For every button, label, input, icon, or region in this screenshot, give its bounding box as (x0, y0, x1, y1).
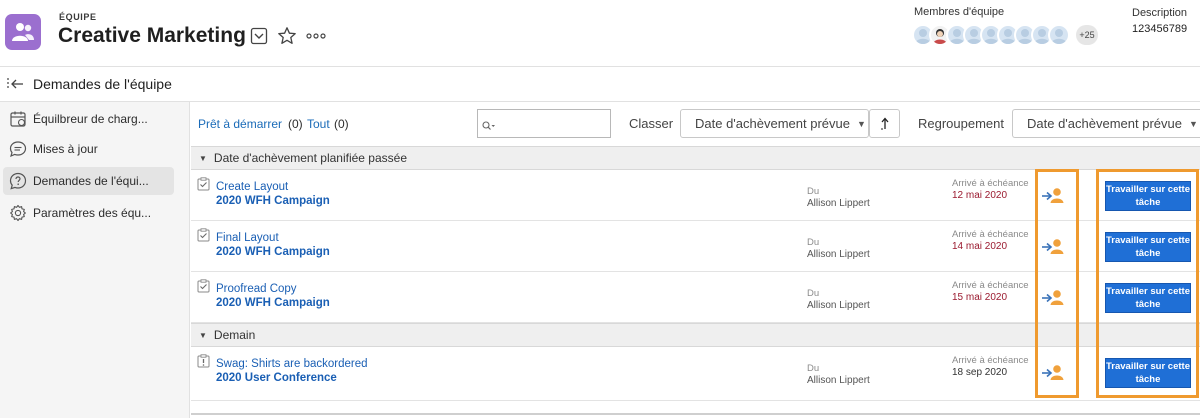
gear-icon (7, 202, 29, 224)
assign-to-me-icon[interactable] (1041, 237, 1065, 255)
table-row: Create Layout 2020 WFH Campaign Du Allis… (191, 170, 1200, 221)
group-by-dropdown[interactable]: Date d'achèvement prévue ▼ (1012, 109, 1200, 138)
team-kicker: ÉQUIPE (59, 12, 97, 22)
sort-direction-button[interactable] (869, 109, 900, 138)
table-row: Swag: Shirts are backordered 2020 User C… (191, 347, 1200, 401)
description-label: Description (1132, 7, 1188, 19)
filter-ready-to-start[interactable]: Prêt à démarrer (198, 117, 282, 131)
filter-all-count: (0) (334, 117, 349, 131)
work-on-task-button[interactable]: Travailler sur cette tâche (1105, 358, 1191, 388)
page-title: Creative Marketing (58, 24, 246, 47)
more-options-icon[interactable] (305, 26, 327, 46)
due-label: Arrivé à échéance (952, 178, 1029, 189)
from-label: Du (807, 237, 820, 248)
sidebar-item-workload-balancer[interactable]: Équilbreur de charg... (3, 105, 174, 133)
task-icon (197, 279, 210, 293)
from-name: Allison Lippert (807, 198, 870, 209)
work-on-task-button[interactable]: Travailler sur cette tâche (1105, 181, 1191, 211)
members-label: Membres d'équipe (914, 6, 1005, 18)
avatar[interactable] (1048, 24, 1070, 46)
section-title: Demandes de l'équipe (33, 76, 172, 92)
work-on-task-button[interactable]: Travailler sur cette tâche (1105, 232, 1191, 262)
team-avatar (5, 14, 41, 50)
due-label: Arrivé à échéance (952, 355, 1029, 366)
sidebar-item-updates[interactable]: Mises à jour (3, 135, 174, 163)
chevron-down-icon[interactable] (249, 26, 269, 46)
group-header-overdue[interactable]: ▼ Date d'achèvement planifiée passée (191, 146, 1200, 170)
sidebar-item-label: Mises à jour (33, 142, 98, 156)
project-name-link[interactable]: 2020 User Conference (216, 372, 337, 384)
work-on-task-button[interactable]: Travailler sur cette tâche (1105, 283, 1191, 313)
team-header: ÉQUIPE Creative Marketing Membres d'équi… (0, 0, 1200, 67)
task-name-link[interactable]: Final Layout (216, 232, 279, 244)
from-label: Du (807, 186, 820, 197)
due-date: 18 sep 2020 (952, 367, 1008, 378)
group-by-dropdown-value: Date d'achèvement prévue (1027, 116, 1182, 131)
due-label: Arrivé à échéance (952, 280, 1029, 291)
list-divider (191, 413, 1200, 415)
assign-to-me-icon[interactable] (1041, 363, 1065, 381)
members-more-count[interactable]: +25 (1076, 25, 1098, 45)
sidebar-item-team-requests[interactable]: Demandes de l'équi... (3, 167, 174, 195)
due-date: 14 mai 2020 (952, 241, 1008, 252)
users-icon (12, 23, 34, 41)
table-row: Proofread Copy 2020 WFH Campaign Du Alli… (191, 272, 1200, 323)
group-header-tomorrow[interactable]: ▼ Demain (191, 323, 1200, 347)
chat-icon (7, 138, 29, 160)
sidebar: Équilbreur de charg... Mises à jour Dema… (0, 102, 190, 418)
caret-down-icon: ▼ (199, 330, 207, 340)
project-name-link[interactable]: 2020 WFH Campaign (216, 246, 330, 258)
search-icon (482, 118, 496, 136)
list-toolbar: Prêt à démarrer (0) Tout (0) Classer Dat… (191, 102, 1200, 146)
description-value: 123456789 (1132, 23, 1188, 35)
team-members-list[interactable]: +25 (912, 24, 1102, 46)
from-name: Allison Lippert (807, 300, 870, 311)
project-name-link[interactable]: 2020 WFH Campaign (216, 297, 330, 309)
sidebar-item-label: Équilbreur de charg... (33, 112, 148, 126)
from-label: Du (807, 288, 820, 299)
due-label: Arrivé à échéance (952, 229, 1029, 240)
sort-arrow-icon (880, 117, 888, 129)
group-label: Demain (213, 328, 256, 342)
from-name: Allison Lippert (807, 249, 870, 260)
assign-to-me-icon[interactable] (1041, 186, 1065, 204)
sort-dropdown-value: Date d'achèvement prévue (695, 116, 850, 131)
sort-label: Classer (629, 116, 674, 131)
star-icon[interactable] (277, 26, 297, 46)
search-field[interactable] (496, 114, 606, 133)
section-header: Demandes de l'équipe (0, 67, 1200, 102)
question-icon (7, 170, 29, 192)
project-name-link[interactable]: 2020 WFH Campaign (216, 195, 330, 207)
due-date: 12 mai 2020 (952, 190, 1008, 201)
issue-icon (197, 354, 210, 368)
group-by-label: Regroupement (918, 116, 1004, 131)
sidebar-item-team-settings[interactable]: Paramètres des équ... (3, 199, 174, 227)
filter-all[interactable]: Tout (307, 117, 330, 131)
sidebar-item-label: Paramètres des équ... (33, 206, 152, 220)
from-name: Allison Lippert (807, 375, 870, 386)
task-icon (197, 177, 210, 191)
caret-down-icon: ▼ (199, 153, 207, 163)
request-list: ▼ Date d'achèvement planifiée passée Cre… (191, 146, 1200, 418)
task-icon (197, 228, 210, 242)
task-name-link[interactable]: Swag: Shirts are backordered (216, 358, 368, 370)
collapse-sidebar-icon[interactable] (6, 76, 26, 92)
calendar-icon (7, 108, 29, 130)
assign-to-me-icon[interactable] (1041, 288, 1065, 306)
task-name-link[interactable]: Create Layout (216, 181, 288, 193)
chevron-down-icon: ▼ (1188, 118, 1198, 129)
from-label: Du (807, 363, 820, 374)
group-label: Date d'achèvement planifiée passée (213, 151, 408, 165)
chevron-down-icon: ▼ (856, 118, 866, 129)
table-row: Final Layout 2020 WFH Campaign Du Alliso… (191, 221, 1200, 272)
sort-dropdown[interactable]: Date d'achèvement prévue ▼ (680, 109, 869, 138)
filter-ready-count: (0) (288, 117, 303, 131)
task-name-link[interactable]: Proofread Copy (216, 283, 297, 295)
due-date: 15 mai 2020 (952, 292, 1008, 303)
search-input[interactable] (477, 109, 611, 138)
sidebar-item-label: Demandes de l'équi... (33, 174, 149, 188)
